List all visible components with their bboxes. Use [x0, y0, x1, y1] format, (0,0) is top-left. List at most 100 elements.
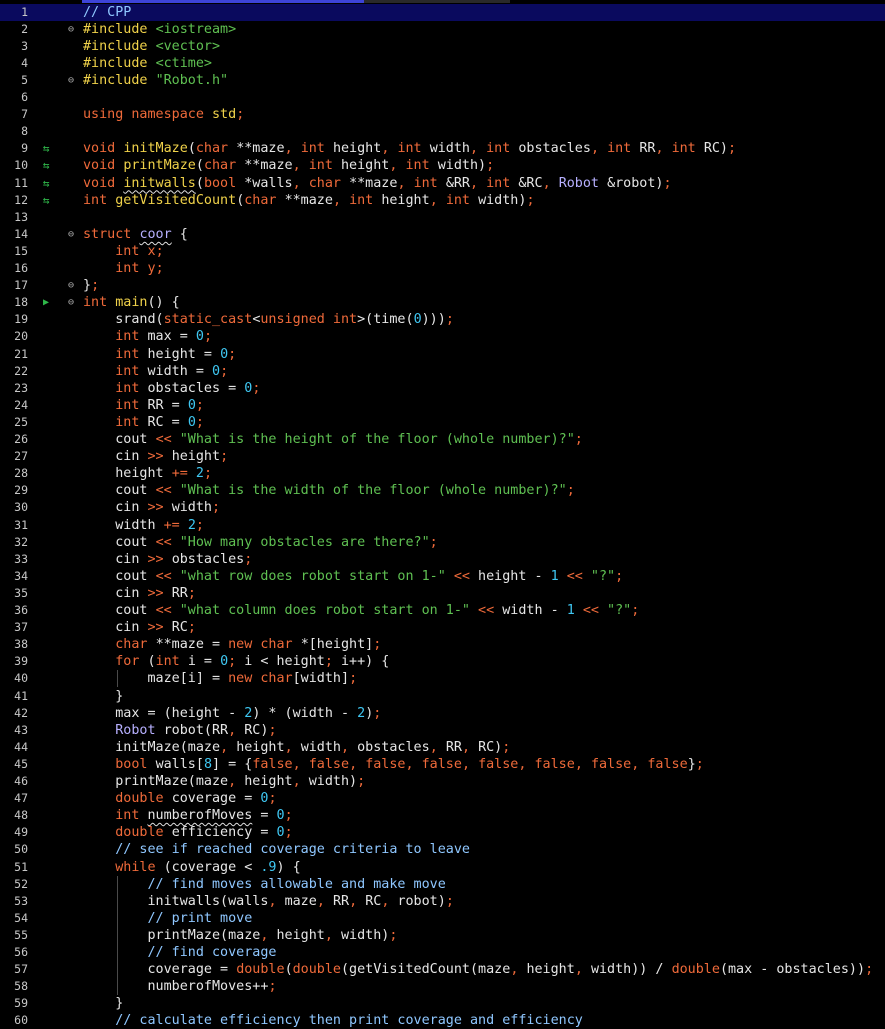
code-line[interactable]: 7 using namespace std; [0, 106, 885, 123]
code-token: += [163, 517, 188, 533]
code-text: cout << "what row does robot start on 1-… [83, 568, 623, 585]
code-text: double coverage = 0; [83, 790, 276, 807]
fold-toggle-icon[interactable]: ⊖ [66, 72, 76, 89]
code-line[interactable]: 8 [0, 123, 885, 140]
code-token: height [171, 449, 221, 465]
code-line[interactable]: 32 cout << "How many obstacles are there… [0, 534, 885, 551]
code-editor[interactable]: 1 // CPP 2 ⊖ #include <iostream> 3 #include <v… [0, 0, 885, 1028]
code-line[interactable]: 20 int max = 0; [0, 328, 885, 345]
code-line[interactable]: 35 cin >> RR; [0, 585, 885, 602]
code-line[interactable]: 52 // find moves allowable and make move [0, 876, 885, 893]
code-line[interactable]: 48 int numberofMoves = 0; [0, 807, 885, 824]
run-icon[interactable]: ▶ [40, 294, 52, 311]
code-line[interactable]: 38 char **maze = new char *[height]; [0, 636, 885, 653]
code-line[interactable]: 29 cout << "What is the width of the flo… [0, 482, 885, 499]
code-token: &RC [518, 175, 543, 191]
code-token: *walls [244, 175, 293, 191]
code-line[interactable]: 42 max = (height - 2) * (width - 2); [0, 705, 885, 722]
code-token: #include [83, 55, 156, 71]
line-number: 52 [14, 876, 28, 891]
code-token: "What is the height of the floor (whole … [179, 432, 575, 447]
code-line[interactable]: 57 coverage = double(double(getVisitedCo… [0, 961, 885, 978]
code-line[interactable]: 36 cout << "what column does robot start… [0, 602, 885, 619]
fold-toggle-icon[interactable]: ⊖ [66, 226, 76, 243]
code-line[interactable]: 59 } [0, 995, 885, 1012]
code-line[interactable]: 39 for (int i = 0; i < height; i++) { [0, 653, 885, 670]
code-line[interactable]: 55 printMaze(maze, height, width); [0, 927, 885, 944]
code-line[interactable]: 3 #include <vector> [0, 38, 885, 55]
code-line[interactable]: 19 srand(static_cast<unsigned int>(time(… [0, 311, 885, 328]
code-line[interactable]: 4 #include <ctime> [0, 55, 885, 72]
code-line[interactable]: 43 Robot robot(RR, RC); [0, 722, 885, 739]
fold-toggle-icon[interactable]: ⊖ [66, 277, 76, 294]
code-token: ; [252, 380, 261, 396]
code-line[interactable]: 17 ⊖}; [0, 277, 885, 294]
code-token: efficiency = [171, 825, 277, 841]
code-line[interactable]: 34 cout << "what row does robot start on… [0, 568, 885, 585]
code-line[interactable]: 24 int RR = 0; [0, 397, 885, 414]
code-text: int height = 0; [83, 346, 236, 363]
code-line[interactable]: 21 int height = 0; [0, 346, 885, 363]
fold-toggle-icon[interactable]: ⊖ [66, 294, 76, 311]
code-line[interactable]: 12 ⇆ int getVisitedCount(char **maze, int … [0, 192, 885, 209]
code-token: cout [83, 568, 156, 584]
code-line[interactable]: 58 numberofMoves++; [0, 978, 885, 995]
code-text: srand(static_cast<unsigned int>(time(0))… [83, 311, 454, 328]
code-line[interactable]: 18 ▶ ⊖ int main() { [0, 294, 885, 311]
code-line[interactable]: 14 ⊖ struct coor { [0, 226, 885, 243]
declaration-link-icon[interactable]: ⇆ [40, 192, 52, 209]
code-line[interactable]: 28 height += 2; [0, 465, 885, 482]
code-line[interactable]: 15 int x; [0, 243, 885, 260]
code-line[interactable]: 26 cout << "What is the height of the fl… [0, 431, 885, 448]
code-line[interactable]: 13 [0, 209, 885, 226]
code-line[interactable]: 2 ⊖ #include <iostream> [0, 21, 885, 38]
code-token: int [115, 329, 148, 345]
code-line[interactable]: 41 } [0, 688, 885, 705]
code-text: // see if reached coverage criteria to l… [83, 841, 470, 858]
code-line[interactable]: 44 initMaze(maze, height, width, obstacl… [0, 739, 885, 756]
code-line[interactable]: 50 // see if reached coverage criteria t… [0, 841, 885, 858]
code-line[interactable]: 1 // CPP [0, 3, 885, 21]
code-token: >(time( [357, 312, 414, 328]
code-token: width = [147, 363, 212, 379]
code-line[interactable]: 54 // print move [0, 910, 885, 927]
code-line[interactable]: 5 ⊖ #include "Robot.h" [0, 72, 885, 89]
code-token: ; [389, 927, 398, 943]
declaration-link-icon[interactable]: ⇆ [40, 140, 52, 157]
code-token: char [115, 637, 156, 653]
code-line[interactable]: 16 int y; [0, 260, 885, 277]
code-line[interactable]: 23 int obstacles = 0; [0, 380, 885, 397]
code-line[interactable]: 56 // find coverage [0, 944, 885, 961]
code-line[interactable]: 47 double coverage = 0; [0, 790, 885, 807]
code-token: **maze = [155, 637, 229, 653]
code-line[interactable]: 9 ⇆ void initMaze(char **maze, int height,… [0, 140, 885, 157]
code-line[interactable]: 10 ⇆ void printMaze(char **maze, int heigh… [0, 157, 885, 174]
code-token: , [284, 141, 301, 157]
code-line[interactable]: 27 cin >> height; [0, 448, 885, 465]
code-line[interactable]: 25 int RC = 0; [0, 414, 885, 431]
code-token: coverage = [83, 962, 237, 978]
code-line[interactable]: 45 bool walls[8] = {false, false, false,… [0, 756, 885, 773]
code-line[interactable]: 31 width += 2; [0, 517, 885, 534]
declaration-link-icon[interactable]: ⇆ [40, 175, 52, 192]
code-line[interactable]: 33 cin >> obstacles; [0, 551, 885, 568]
code-line[interactable]: 6 [0, 89, 885, 106]
code-line[interactable]: 40 maze[i] = new char[width]; [0, 670, 885, 687]
code-token: << [582, 603, 608, 618]
code-text: width += 2; [83, 517, 204, 534]
code-line[interactable]: 37 cin >> RC; [0, 619, 885, 636]
code-line[interactable]: 49 double efficiency = 0; [0, 824, 885, 841]
code-line[interactable]: 30 cin >> width; [0, 499, 885, 516]
code-line[interactable]: 22 int width = 0; [0, 363, 885, 380]
code-token: int [115, 363, 148, 379]
code-line[interactable]: 46 printMaze(maze, height, width); [0, 773, 885, 790]
code-line[interactable]: 60 // calculate efficiency then print co… [0, 1012, 885, 1029]
code-token: 0 [212, 363, 221, 379]
fold-toggle-icon[interactable]: ⊖ [66, 21, 76, 38]
code-line[interactable]: 51 while (coverage < .9) { [0, 859, 885, 876]
code-line[interactable]: 53 initwalls(walls, maze, RR, RC, robot)… [0, 893, 885, 910]
code-token: // calculate efficiency then print cover… [115, 1013, 583, 1029]
declaration-link-icon[interactable]: ⇆ [40, 157, 52, 174]
code-line[interactable]: 11 ⇆ void initwalls(bool *walls, char **ma… [0, 175, 885, 192]
